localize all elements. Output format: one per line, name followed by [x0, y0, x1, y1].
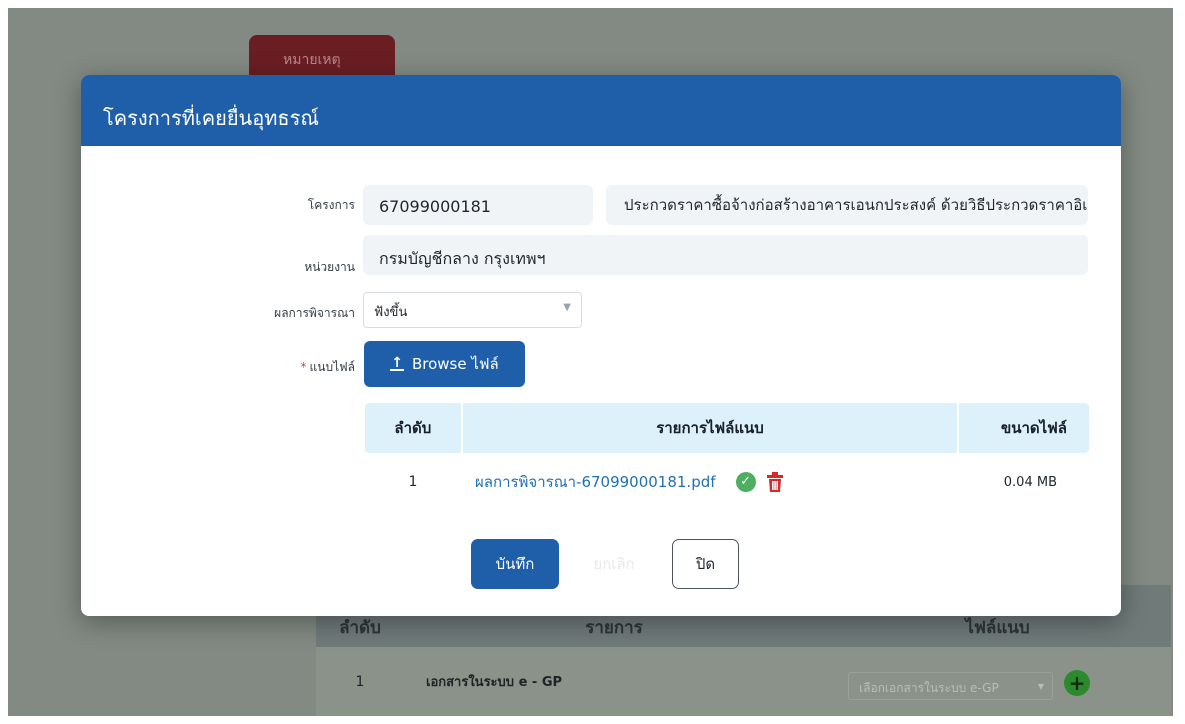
cancel-button-label: ยกเลิก [593, 555, 635, 573]
result-select-value: ฟังขึ้น [374, 305, 408, 320]
upload-icon: ↑ [390, 355, 404, 371]
check-circle-icon: ✓ [735, 472, 756, 492]
attach-label: * แนบไฟล์ [301, 358, 355, 377]
egp-document-select[interactable]: เลือกเอกสารในระบบ e-GP ▾ [848, 672, 1053, 700]
save-button[interactable]: บันทึก [471, 539, 559, 589]
attachments-table-header: ลำดับ รายการไฟล์แนบ ขนาดไฟล์ [365, 403, 1089, 453]
save-button-label: บันทึก [495, 555, 535, 573]
modal-header: โครงการที่เคยยื่นอุทธรณ์ [81, 75, 1121, 146]
project-label: โครงการ [307, 198, 355, 212]
project-description: ประกวดราคาซื้อจ้างก่อสร้างอาคารเอนกประสง… [624, 196, 1088, 214]
browse-file-label: Browse ไฟล์ [411, 355, 499, 373]
trash-icon[interactable] [766, 472, 784, 492]
app-screen: หมายเหตุ ลำดับ รายการ ไฟล์แนบ 1 เอกสารใน… [8, 8, 1173, 716]
attach-label-text: แนบไฟล์ [309, 360, 355, 374]
project-description-field: ประกวดราคาซื้อจ้างก่อสร้างอาคารเอนกประสง… [606, 185, 1088, 225]
required-mark: * [300, 360, 307, 374]
egp-document-select-value: เลือกเอกสารในระบบ e-GP [859, 681, 999, 695]
plus-circle-icon[interactable]: + [1064, 670, 1090, 696]
attachments-table: ลำดับ รายการไฟล์แนบ ขนาดไฟล์ 1 ผลการพิจา… [365, 403, 1089, 511]
agency-label: หน่วยงาน [304, 260, 355, 274]
appeal-projects-modal: โครงการที่เคยยื่นอุทธรณ์ โครงการ 6709900… [81, 75, 1121, 616]
browse-file-button[interactable]: ↑ Browse ไฟล์ [364, 341, 525, 387]
table-row: 1 ผลการพิจารณา-67099000181.pdf ✓ 0.04 MB [365, 453, 1089, 511]
modal-body: โครงการ 67099000181 ประกวดราคาซื้อจ้างก่… [81, 146, 1121, 616]
row-index: 1 [355, 673, 365, 690]
file-index: 1 [408, 474, 418, 490]
chevron-down-icon: ▼ [563, 302, 571, 313]
col-header-file-name: รายการไฟล์แนบ [463, 403, 960, 453]
result-select[interactable]: ฟังขึ้น ▼ [363, 292, 582, 328]
row-item: เอกสารในระบบ e - GP [426, 675, 563, 690]
result-label: ผลการพิจารณา [274, 306, 355, 320]
cancel-button[interactable]: ยกเลิก [573, 539, 655, 589]
agency-value: กรมบัญชีกลาง กรุงเทพฯ [379, 249, 546, 268]
col-header-item: รายการ [585, 618, 643, 638]
col-header-index: ลำดับ [339, 618, 381, 638]
col-header-index: ลำดับ [365, 403, 463, 453]
remarks-tab-label: หมายเหตุ [283, 52, 341, 68]
file-link[interactable]: ผลการพิจารณา-67099000181.pdf [475, 470, 716, 494]
chevron-down-icon: ▾ [1037, 679, 1044, 693]
project-number: 67099000181 [379, 197, 491, 216]
table-row: 1 เอกสารในระบบ e - GP เลือกเอกสารในระบบ … [316, 647, 1171, 716]
col-header-attachment: ไฟล์แนบ [965, 618, 1030, 638]
file-name-cell: ผลการพิจารณา-67099000181.pdf ✓ [461, 470, 957, 494]
close-button-label: ปิด [695, 555, 716, 573]
close-button[interactable]: ปิด [672, 539, 739, 589]
remarks-tab[interactable]: หมายเหตุ [249, 35, 395, 79]
modal-title: โครงการที่เคยยื่นอุทธรณ์ [103, 106, 319, 130]
file-size: 0.04 MB [1003, 474, 1057, 490]
col-header-file-size: ขนาดไฟล์ [1000, 419, 1067, 437]
